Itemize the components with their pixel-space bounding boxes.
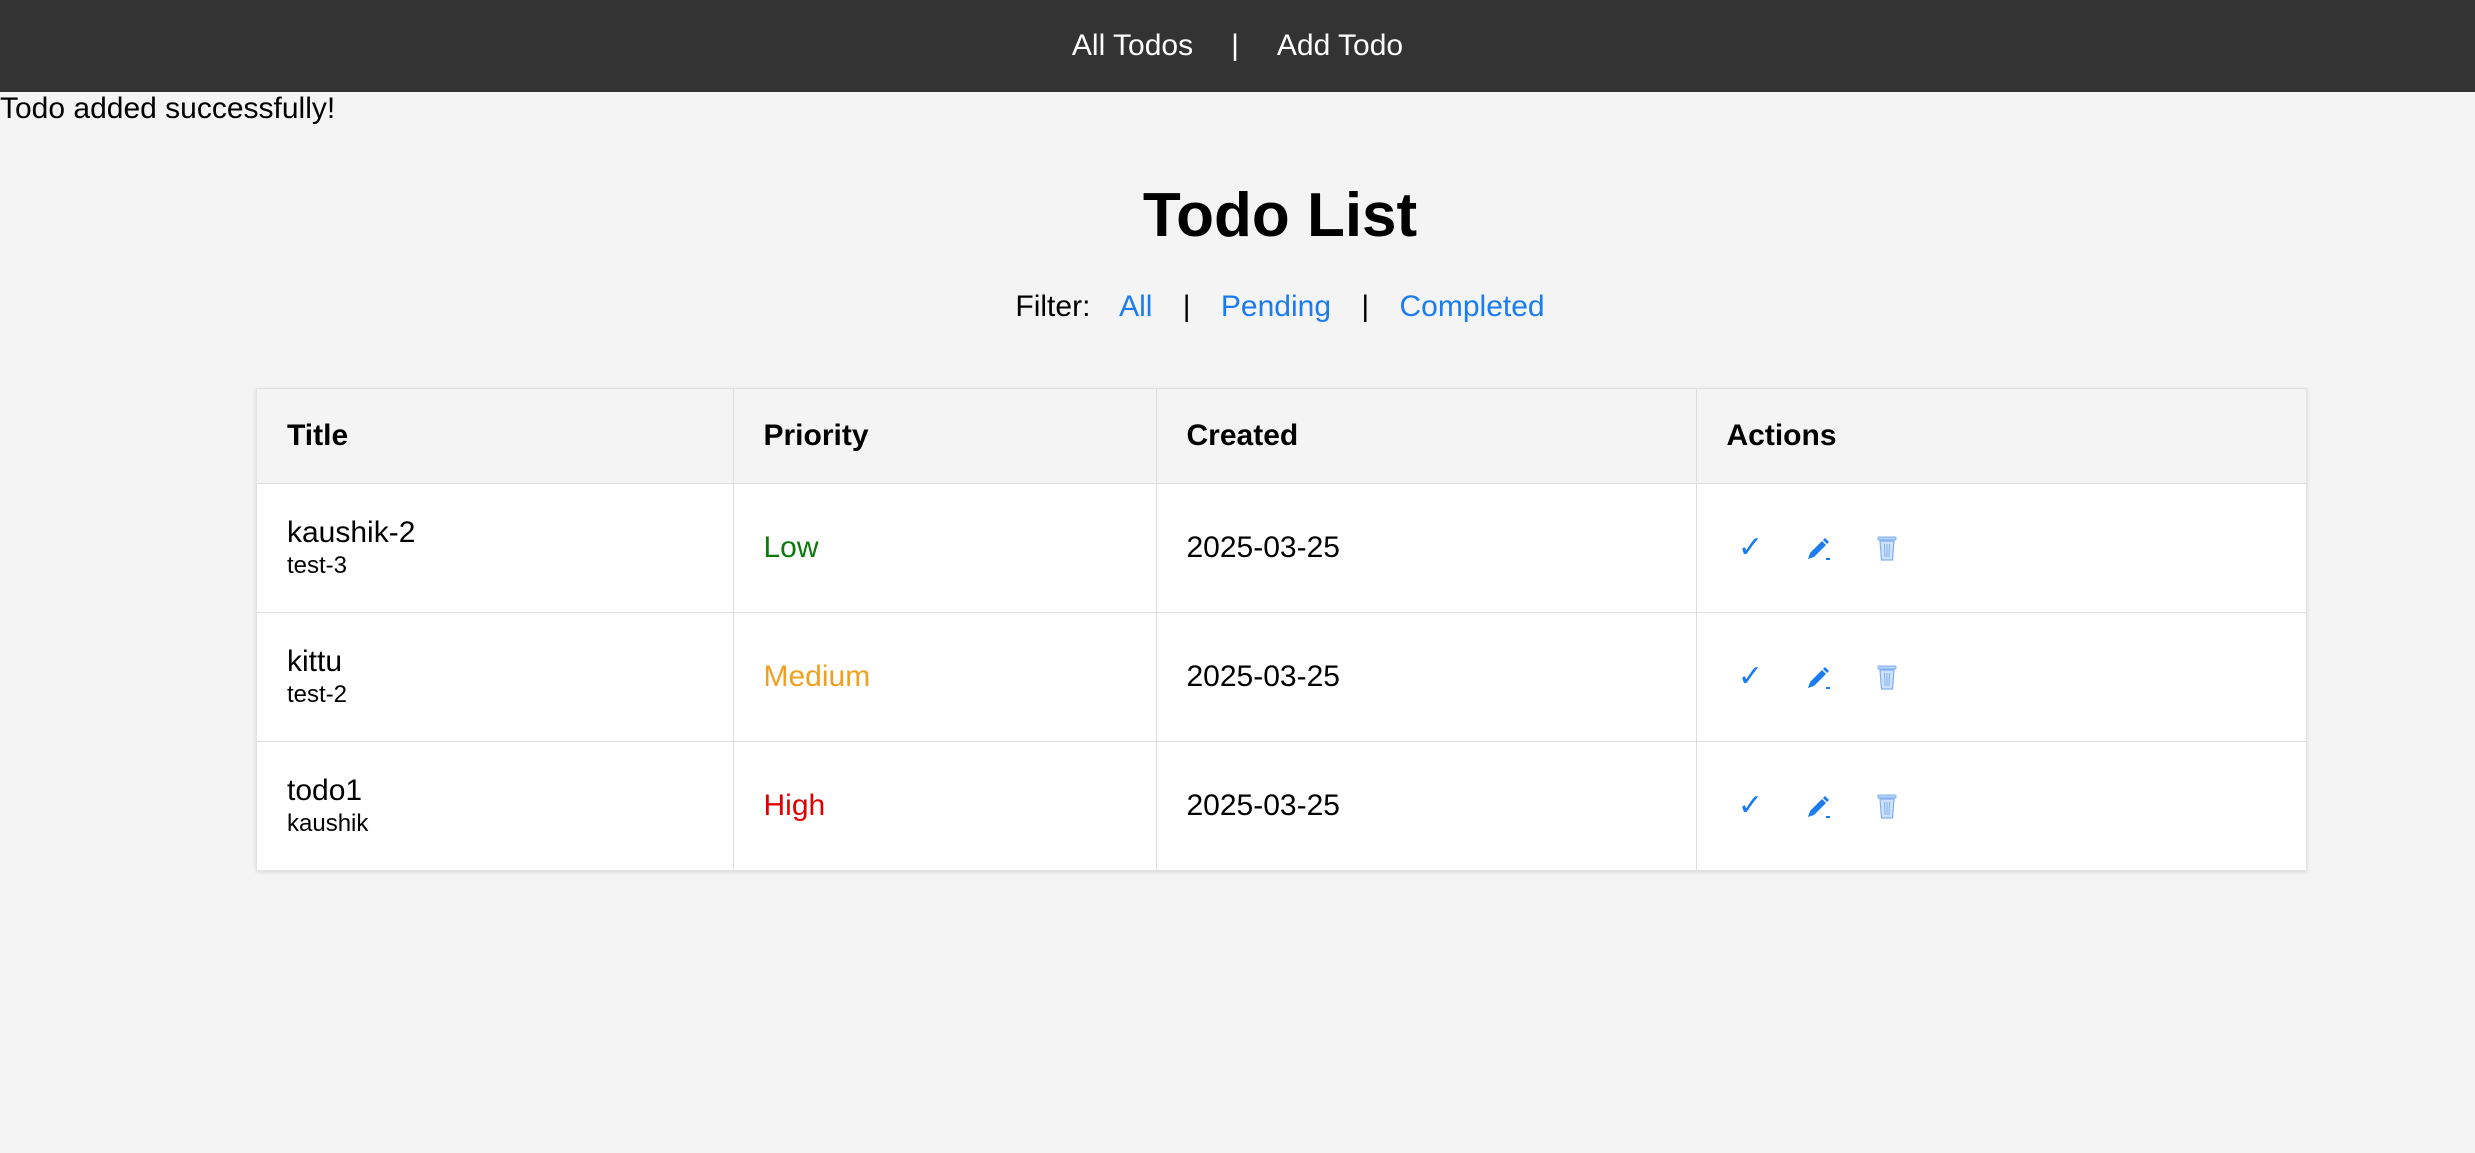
header-title: Title — [257, 389, 734, 484]
todo-description: test-2 — [287, 681, 348, 708]
trash-icon — [1877, 794, 1896, 819]
actions-cell: ✓ — [1696, 483, 2306, 613]
priority-cell: High — [733, 741, 1157, 870]
pencil-icon — [1807, 667, 1830, 689]
table-header-row: Title Priority Created Actions — [257, 389, 2306, 484]
check-icon: ✓ — [1737, 660, 1764, 693]
edit-button[interactable] — [1805, 532, 1833, 564]
top-nav: All Todos | Add Todo — [0, 0, 2475, 92]
trash-icon — [1877, 665, 1896, 690]
todo-table: Title Priority Created Actions kaushik-2… — [257, 389, 2306, 870]
filter-separator: | — [1361, 290, 1370, 323]
priority-cell: Low — [733, 483, 1157, 613]
edit-button[interactable] — [1805, 790, 1833, 822]
check-icon: ✓ — [1737, 789, 1764, 822]
table-row: todo1 kaushik High 2025-03-25 ✓ — [257, 741, 2306, 871]
created-date: 2025-03-25 — [1186, 789, 1340, 822]
nav-separator: | — [1231, 29, 1239, 62]
todo-description: test-3 — [287, 552, 348, 579]
filter-label: Filter: — [1015, 290, 1091, 323]
pencil-icon — [1807, 538, 1830, 560]
filter-separator: | — [1182, 290, 1191, 323]
header-actions: Actions — [1696, 389, 2306, 484]
table-row: kaushik-2 test-3 Low 2025-03-25 ✓ — [257, 483, 2306, 613]
priority-value: High — [763, 789, 826, 822]
filter-all-link[interactable]: All — [1119, 290, 1152, 323]
created-cell: 2025-03-25 — [1156, 741, 1697, 870]
complete-button[interactable]: ✓ — [1737, 661, 1765, 693]
header-created: Created — [1156, 389, 1697, 484]
page-title: Todo List — [1142, 181, 1418, 250]
priority-cell: Medium — [733, 612, 1157, 742]
todo-title: todo1 — [287, 774, 363, 807]
priority-value: Medium — [763, 660, 871, 693]
todo-title: kaushik-2 — [287, 516, 416, 549]
title-cell: todo1 kaushik — [257, 741, 734, 870]
filter-bar: Filter: All | Pending | Completed — [0, 290, 2475, 324]
delete-button[interactable] — [1873, 661, 1901, 693]
check-icon: ✓ — [1737, 531, 1764, 564]
nav-all-todos-link[interactable]: All Todos — [1072, 29, 1193, 63]
filter-pending-link[interactable]: Pending — [1221, 290, 1331, 323]
flash-message: Todo added successfully! — [0, 92, 336, 125]
title-cell: kittu test-2 — [257, 612, 734, 742]
complete-button[interactable]: ✓ — [1737, 532, 1765, 564]
header-priority: Priority — [733, 389, 1157, 484]
created-cell: 2025-03-25 — [1156, 612, 1697, 742]
edit-button[interactable] — [1805, 661, 1833, 693]
priority-value: Low — [763, 531, 819, 564]
trash-icon — [1877, 536, 1896, 561]
delete-button[interactable] — [1873, 790, 1901, 822]
pencil-icon — [1807, 796, 1830, 818]
nav-add-todo-link[interactable]: Add Todo — [1277, 29, 1403, 63]
todo-table-container: Title Priority Created Actions kaushik-2… — [256, 388, 2307, 871]
complete-button[interactable]: ✓ — [1737, 790, 1765, 822]
delete-button[interactable] — [1873, 532, 1901, 564]
table-row: kittu test-2 Medium 2025-03-25 ✓ — [257, 612, 2306, 742]
filter-completed-link[interactable]: Completed — [1400, 290, 1545, 323]
title-cell: kaushik-2 test-3 — [257, 483, 734, 613]
todo-description: kaushik — [287, 810, 369, 837]
created-date: 2025-03-25 — [1186, 531, 1340, 564]
actions-cell: ✓ — [1696, 612, 2306, 742]
created-date: 2025-03-25 — [1186, 660, 1340, 693]
todo-title: kittu — [287, 645, 343, 678]
created-cell: 2025-03-25 — [1156, 483, 1697, 613]
actions-cell: ✓ — [1696, 742, 2306, 871]
